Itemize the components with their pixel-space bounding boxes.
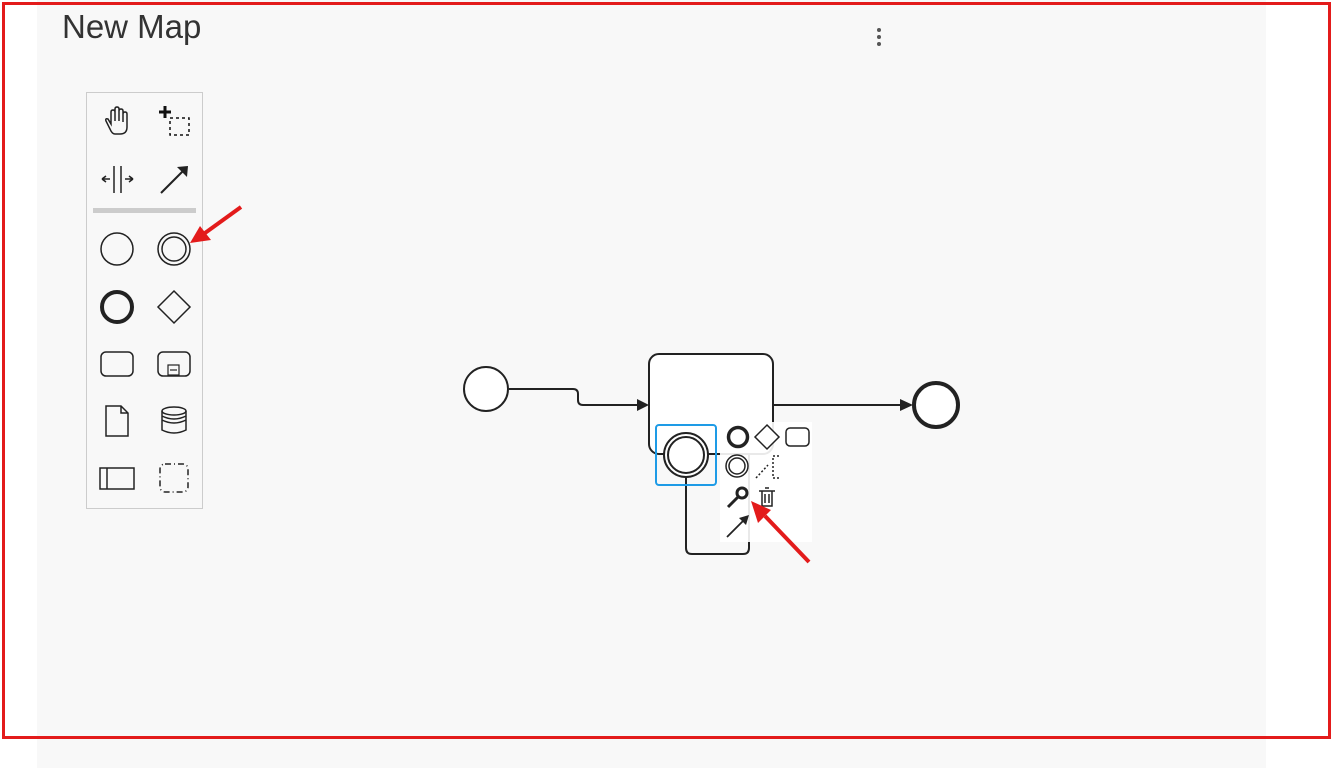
arrowhead-icon: [637, 399, 649, 411]
append-end-event-icon[interactable]: [726, 425, 750, 449]
sequence-flow-1[interactable]: [509, 388, 638, 406]
start-event[interactable]: [463, 366, 509, 412]
arrowhead-icon: [900, 399, 913, 411]
end-event[interactable]: [912, 381, 960, 429]
annotation-arrow-shaft: [203, 205, 243, 235]
diagram-canvas[interactable]: [0, 0, 1335, 768]
boundary-intermediate-event[interactable]: [663, 432, 709, 478]
append-task-icon[interactable]: [785, 427, 810, 447]
